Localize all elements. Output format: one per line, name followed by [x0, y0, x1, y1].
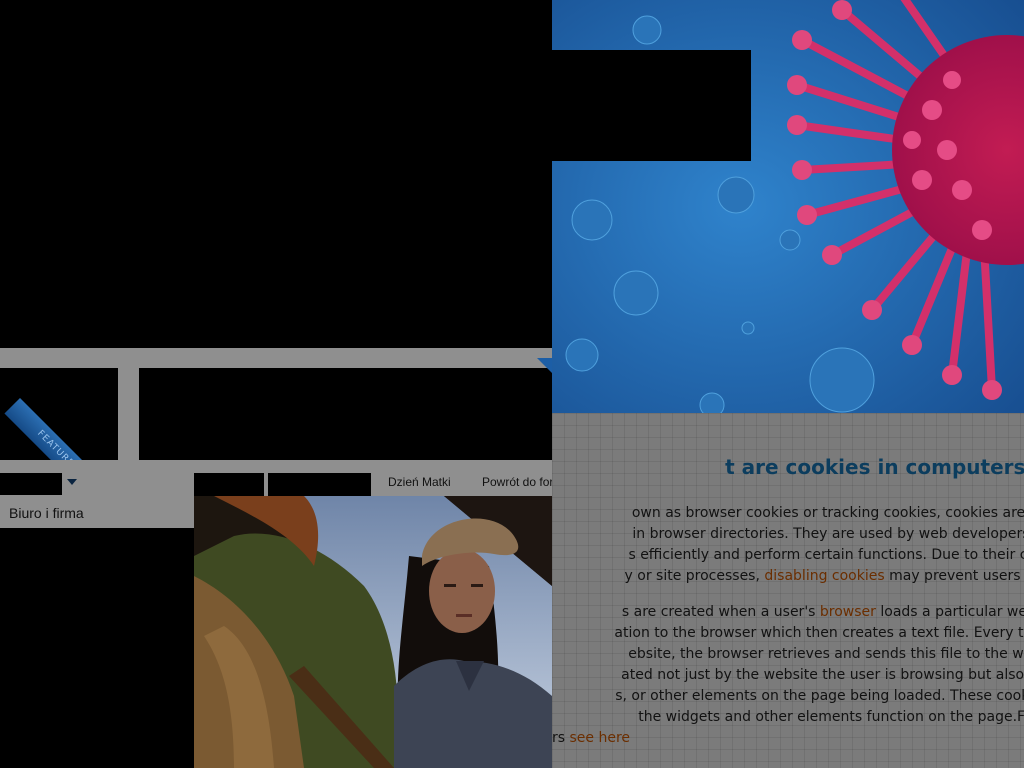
paragraph-text: rs [552, 730, 570, 746]
see-here-link[interactable]: see here [570, 730, 631, 746]
featured-label: FEATURED [35, 428, 82, 460]
paragraph-line: s efficiently and perform certain functi… [628, 547, 1024, 563]
ribbon-corner-icon [537, 358, 552, 373]
nav-item-hidden-2[interactable] [268, 473, 371, 496]
paragraph-line: in browser directories. They are used by… [632, 526, 1024, 542]
browser-link[interactable]: browser [820, 604, 876, 620]
nav-item-dzien-matki[interactable]: Dzień Matki [388, 475, 451, 489]
featured-ribbon: FEATURED [4, 398, 112, 460]
background-page: FEATURED Dzień Matki Powrót do for Biuro… [0, 0, 552, 768]
side-panel [0, 528, 194, 768]
paragraph-text: s are created when a user's [621, 604, 820, 620]
featured-strip: FEATURED [0, 348, 552, 460]
featured-divider [118, 368, 139, 460]
article-window: t are cookies in computers? own as brows… [552, 0, 1024, 768]
nav-item-hidden-1[interactable] [194, 473, 264, 496]
article-title: t are cookies in computers? [725, 455, 1024, 479]
paragraph-line: s are created when a user's browser load… [552, 604, 1024, 620]
paragraph-text: y or site processes, [624, 568, 765, 584]
featured-banner[interactable] [139, 368, 552, 460]
paragraph-text: loads a particular website. The w [880, 604, 1024, 620]
chevron-down-icon[interactable] [67, 479, 77, 485]
article-body: t are cookies in computers? own as brows… [552, 413, 1024, 768]
fashion-photo[interactable] [194, 496, 552, 768]
side-menu: Biuro i firma [0, 496, 194, 528]
paragraph-line: y or site processes, disabling cookies m… [552, 568, 1024, 584]
disabling-cookies-link[interactable]: disabling cookies [764, 568, 884, 584]
side-menu-item-biuro[interactable]: Biuro i firma [9, 505, 84, 521]
paragraph-line: ebsite, the browser retrieves and sends … [628, 646, 1024, 662]
ad-placeholder[interactable] [552, 50, 751, 161]
paragraph-text: may prevent users from using c [889, 568, 1024, 584]
nav-item-powrot[interactable]: Powrót do for [482, 475, 552, 489]
paragraph-line: the widgets and other elements function … [638, 709, 1024, 725]
paragraph-line: s, or other elements on the page being l… [615, 688, 1024, 704]
category-dropdown[interactable] [0, 473, 62, 495]
paragraph-line: own as browser cookies or tracking cooki… [631, 505, 1024, 521]
paragraph-line: ated not just by the website the user is… [621, 667, 1024, 683]
fashion-photo-image [194, 496, 552, 768]
paragraph-line: rs see here [552, 730, 1024, 746]
paragraph-line: ation to the browser which then creates … [614, 625, 1024, 641]
category-nav: Dzień Matki Powrót do for [0, 460, 552, 496]
featured-card[interactable]: FEATURED [0, 368, 118, 460]
virus-hero-image [552, 0, 1024, 413]
